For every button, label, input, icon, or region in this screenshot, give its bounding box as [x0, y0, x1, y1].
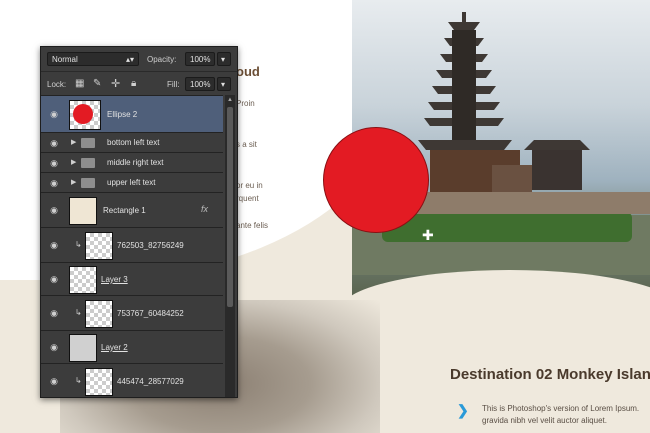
expand-arrow-icon[interactable]: ▶ [71, 138, 76, 146]
layer-name: bottom left text [107, 138, 160, 147]
opacity-input[interactable]: 100% [185, 52, 215, 66]
destination-description: This is Photoshop's version of Lorem Ips… [482, 404, 640, 425]
layer-thumbnail [85, 232, 113, 260]
destination-title: Destination 02 Monkey Islan [450, 366, 650, 383]
layer-name: 445474_28577029 [117, 377, 184, 386]
layer-thumbnail [69, 100, 101, 130]
chevron-down-icon: ▴▾ [125, 55, 134, 64]
eye-icon[interactable]: ◉ [47, 306, 61, 320]
layers-panel: Normal ▴▾ Opacity: 100% ▾ Lock: ▦ ✎ ✛ 🔒︎… [40, 46, 238, 398]
layer-thumbnail [69, 334, 97, 362]
ellipse-2-shape[interactable] [323, 127, 429, 233]
layer-name: Ellipse 2 [107, 110, 138, 119]
layer-name: 753767_60484252 [117, 309, 184, 318]
expand-arrow-icon[interactable]: ▶ [71, 178, 76, 186]
layer-name: Rectangle 1 [103, 206, 146, 215]
body-text-fragment: ante felis [236, 221, 269, 230]
eye-icon[interactable]: ◉ [47, 203, 61, 217]
scroll-up-icon[interactable]: ▲ [227, 97, 233, 103]
layer-name: middle right text [107, 158, 164, 167]
fill-dropdown-button[interactable]: ▾ [217, 77, 231, 91]
section-heading-partial: oud [236, 64, 260, 79]
clip-arrow-icon: ↳ [75, 240, 82, 249]
folder-icon [81, 138, 95, 148]
fill-input[interactable]: 100% [185, 77, 215, 91]
scrollbar-thumb[interactable] [227, 107, 233, 307]
layer-thumbnail [69, 266, 97, 294]
layer-row-layer-3[interactable]: ◉ Layer 3 [41, 262, 223, 295]
layer-row-layer-2[interactable]: ◉ Layer 2 [41, 330, 223, 363]
layer-thumbnail [85, 300, 113, 328]
folder-icon [81, 178, 95, 188]
layer-row-bottom-left-text[interactable]: ◉ ▶ bottom left text [41, 132, 223, 152]
body-text-fragment: s a sit [236, 140, 257, 149]
move-crosshair-icon: ✚ [422, 227, 434, 243]
body-text-fragment: Proin [236, 99, 255, 108]
body-text-fragment: or eu in [236, 181, 263, 190]
eye-icon[interactable]: ◉ [47, 340, 61, 354]
layer-thumbnail [85, 368, 113, 396]
fx-icon[interactable]: fx [201, 204, 208, 214]
layer-name: Layer 3 [101, 275, 128, 284]
eye-icon[interactable]: ◉ [47, 272, 61, 286]
layer-row-445474[interactable]: ◉ ↳ 445474_28577029 [41, 363, 223, 397]
blend-mode-select[interactable]: Normal ▴▾ [47, 52, 139, 66]
opacity-label: Opacity: [147, 55, 177, 64]
wave-shape [340, 270, 650, 350]
layer-thumbnail [69, 197, 97, 225]
lock-all-icon[interactable]: 🔒︎ [131, 78, 136, 89]
eye-icon[interactable]: ◉ [47, 176, 61, 190]
clip-arrow-icon: ↳ [75, 376, 82, 385]
layer-row-rectangle-1[interactable]: ◉ Rectangle 1 fx [41, 192, 223, 227]
opacity-dropdown-button[interactable]: ▾ [217, 52, 231, 66]
eye-icon[interactable]: ◉ [47, 156, 61, 170]
blend-row: Normal ▴▾ Opacity: 100% ▾ [41, 47, 237, 71]
layer-name: upper left text [107, 178, 156, 187]
layer-row-ellipse-2[interactable]: ◉ Ellipse 2 [41, 95, 223, 132]
lock-brush-icon[interactable]: ✎ [93, 78, 101, 89]
layer-row-middle-right-text[interactable]: ◉ ▶ middle right text [41, 152, 223, 172]
layer-name: 762503_82756249 [117, 241, 184, 250]
lock-row: Lock: ▦ ✎ ✛ 🔒︎ Fill: 100% ▾ [41, 71, 237, 96]
lock-label: Lock: [47, 80, 67, 89]
body-text-fragment: rquent [236, 194, 259, 203]
lock-position-icon[interactable]: ✛ [111, 77, 120, 90]
eye-icon[interactable]: ◉ [47, 374, 61, 388]
folder-icon [81, 158, 95, 168]
layer-name: Layer 2 [101, 343, 128, 352]
chevron-right-icon: ❯ [457, 402, 469, 418]
eye-icon[interactable]: ◉ [47, 107, 61, 121]
clip-arrow-icon: ↳ [75, 308, 82, 317]
lock-transparent-icon[interactable]: ▦ [75, 78, 84, 89]
fill-label: Fill: [167, 80, 180, 89]
layer-row-753767[interactable]: ◉ ↳ 753767_60484252 [41, 295, 223, 330]
layer-row-upper-left-text[interactable]: ◉ ▶ upper left text [41, 172, 223, 192]
layer-row-762503[interactable]: ◉ ↳ 762503_82756249 [41, 227, 223, 262]
eye-icon[interactable]: ◉ [47, 238, 61, 252]
blend-mode-value: Normal [52, 55, 78, 64]
eye-icon[interactable]: ◉ [47, 136, 61, 150]
expand-arrow-icon[interactable]: ▶ [71, 158, 76, 166]
